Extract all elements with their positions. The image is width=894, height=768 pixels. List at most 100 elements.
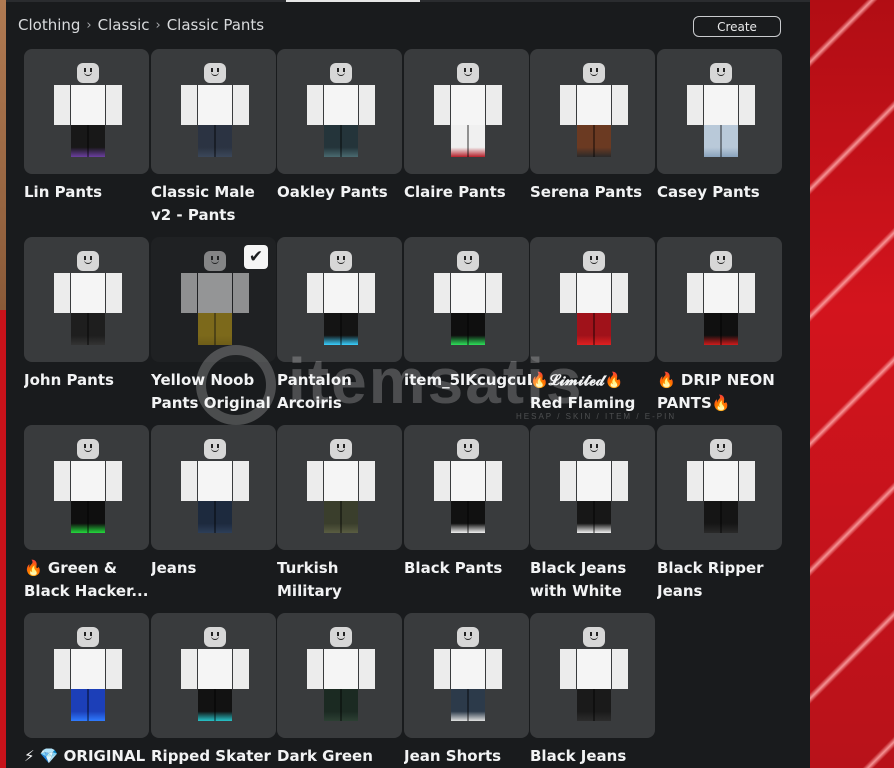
- item-name[interactable]: Jeans: [151, 557, 279, 580]
- avatar-arm: [106, 85, 122, 125]
- item-thumbnail[interactable]: [277, 613, 402, 738]
- avatar-figure: [54, 439, 122, 533]
- avatar-torso: [71, 85, 105, 125]
- avatar-torso: [577, 85, 611, 125]
- item-name[interactable]: Pantalon Arcoiris: [277, 369, 405, 415]
- avatar-pants: [198, 501, 232, 533]
- avatar-torso: [324, 649, 358, 689]
- catalog-item[interactable]: ✔ Yellow Noob Pants Original: [151, 237, 277, 419]
- tab-bar: [6, 0, 810, 2]
- item-thumbnail[interactable]: [530, 425, 655, 550]
- item-thumbnail[interactable]: [530, 49, 655, 174]
- catalog-item[interactable]: John Pants: [24, 237, 150, 419]
- catalog-item[interactable]: Dark Green: [277, 613, 403, 768]
- catalog-item[interactable]: Ripped Skater: [151, 613, 277, 768]
- item-name[interactable]: Oakley Pants: [277, 181, 405, 204]
- item-name[interactable]: Jean Shorts with: [404, 745, 532, 768]
- item-name[interactable]: Black Jeans with White Shoes: [530, 557, 658, 603]
- avatar-torso: [324, 273, 358, 313]
- item-name[interactable]: Turkish Military Soldier: [277, 557, 405, 603]
- item-thumbnail[interactable]: [24, 425, 149, 550]
- catalog-item[interactable]: Casey Pants: [657, 49, 783, 231]
- catalog-item[interactable]: Black Jeans with White Shoes: [530, 425, 656, 607]
- checkmark-icon[interactable]: ✔: [244, 245, 268, 269]
- item-name[interactable]: Black Pants: [404, 557, 532, 580]
- item-thumbnail[interactable]: [530, 237, 655, 362]
- item-thumbnail[interactable]: [277, 425, 402, 550]
- avatar-arm: [434, 649, 450, 689]
- avatar-arm: [233, 273, 249, 313]
- item-name[interactable]: Ripped Skater: [151, 745, 279, 768]
- catalog-item[interactable]: Pantalon Arcoiris: [277, 237, 403, 419]
- catalog-item[interactable]: Lin Pants: [24, 49, 150, 231]
- item-thumbnail[interactable]: [151, 49, 276, 174]
- smile-face-icon: [589, 632, 599, 640]
- item-name[interactable]: Claire Pants: [404, 181, 532, 204]
- item-thumbnail[interactable]: [277, 49, 402, 174]
- item-thumbnail[interactable]: [24, 49, 149, 174]
- avatar-torso: [704, 461, 738, 501]
- create-button[interactable]: Create: [693, 16, 781, 37]
- item-thumbnail[interactable]: [151, 613, 276, 738]
- item-thumbnail[interactable]: [404, 425, 529, 550]
- item-thumbnail[interactable]: [277, 237, 402, 362]
- item-name[interactable]: Lin Pants: [24, 181, 152, 204]
- avatar-arm: [181, 273, 197, 313]
- item-thumbnail[interactable]: [657, 49, 782, 174]
- avatar-figure: [434, 63, 502, 157]
- catalog-item[interactable]: Turkish Military Soldier: [277, 425, 403, 607]
- item-name[interactable]: Casey Pants: [657, 181, 785, 204]
- item-thumbnail[interactable]: [404, 237, 529, 362]
- avatar-pants: [198, 125, 232, 157]
- avatar-arm: [181, 85, 197, 125]
- item-name[interactable]: 🔥 DRIP NEON PANTS🔥: [657, 369, 785, 415]
- item-thumbnail[interactable]: ✔: [151, 237, 276, 362]
- catalog-item[interactable]: 🔥𝓛𝓲𝓶𝓲𝓽𝓮𝓭🔥 Red Flaming Suit: [530, 237, 656, 419]
- item-name[interactable]: Serena Pants: [530, 181, 658, 204]
- smile-face-icon: [463, 444, 473, 452]
- avatar-arm: [560, 85, 576, 125]
- item-thumbnail[interactable]: [151, 425, 276, 550]
- item-thumbnail[interactable]: [24, 613, 149, 738]
- avatar-pants: [324, 501, 358, 533]
- avatar-torso: [451, 273, 485, 313]
- item-name[interactable]: Black Jeans with: [530, 745, 658, 768]
- catalog-item[interactable]: Black Jeans with: [530, 613, 656, 768]
- catalog-item[interactable]: Black Ripper Jeans: [657, 425, 783, 607]
- catalog-item[interactable]: 🔥 DRIP NEON PANTS🔥: [657, 237, 783, 419]
- item-name[interactable]: Black Ripper Jeans: [657, 557, 785, 603]
- catalog-item[interactable]: Black Pants: [404, 425, 530, 607]
- breadcrumb-classic[interactable]: Classic: [98, 16, 150, 34]
- item-thumbnail[interactable]: [657, 237, 782, 362]
- catalog-item[interactable]: 🔥 Green & Black Hacker...: [24, 425, 150, 607]
- catalog-item[interactable]: Jean Shorts with: [404, 613, 530, 768]
- avatar-arm: [434, 273, 450, 313]
- avatar-arm: [486, 649, 502, 689]
- item-name[interactable]: 🔥𝓛𝓲𝓶𝓲𝓽𝓮𝓭🔥 Red Flaming Suit: [530, 369, 658, 415]
- item-thumbnail[interactable]: [530, 613, 655, 738]
- catalog-item[interactable]: item_5lKcugcuLg: [404, 237, 532, 419]
- avatar-pants: [324, 125, 358, 157]
- item-name[interactable]: Yellow Noob Pants Original: [151, 369, 279, 415]
- catalog-item[interactable]: Jeans: [151, 425, 277, 607]
- catalog-item[interactable]: ⚡ 💎 ORIGINAL: [24, 613, 150, 768]
- item-name[interactable]: ⚡ 💎 ORIGINAL: [24, 745, 152, 768]
- breadcrumb-clothing[interactable]: Clothing: [18, 16, 80, 34]
- item-thumbnail[interactable]: [657, 425, 782, 550]
- item-thumbnail[interactable]: [24, 237, 149, 362]
- avatar-arm: [687, 85, 703, 125]
- catalog-item[interactable]: Oakley Pants: [277, 49, 403, 231]
- item-name[interactable]: Dark Green: [277, 745, 405, 768]
- smile-face-icon: [210, 256, 220, 264]
- item-name[interactable]: Classic Male v2 - Pants: [151, 181, 279, 227]
- item-name[interactable]: John Pants: [24, 369, 152, 392]
- catalog-item[interactable]: Claire Pants: [404, 49, 530, 231]
- item-name[interactable]: 🔥 Green & Black Hacker...: [24, 557, 152, 603]
- smile-face-icon: [83, 632, 93, 640]
- catalog-item[interactable]: Classic Male v2 - Pants: [151, 49, 277, 231]
- item-thumbnail[interactable]: [404, 613, 529, 738]
- catalog-item[interactable]: Serena Pants: [530, 49, 656, 231]
- avatar-arm: [560, 273, 576, 313]
- item-thumbnail[interactable]: [404, 49, 529, 174]
- item-name[interactable]: item_5lKcugcuLg: [404, 369, 532, 392]
